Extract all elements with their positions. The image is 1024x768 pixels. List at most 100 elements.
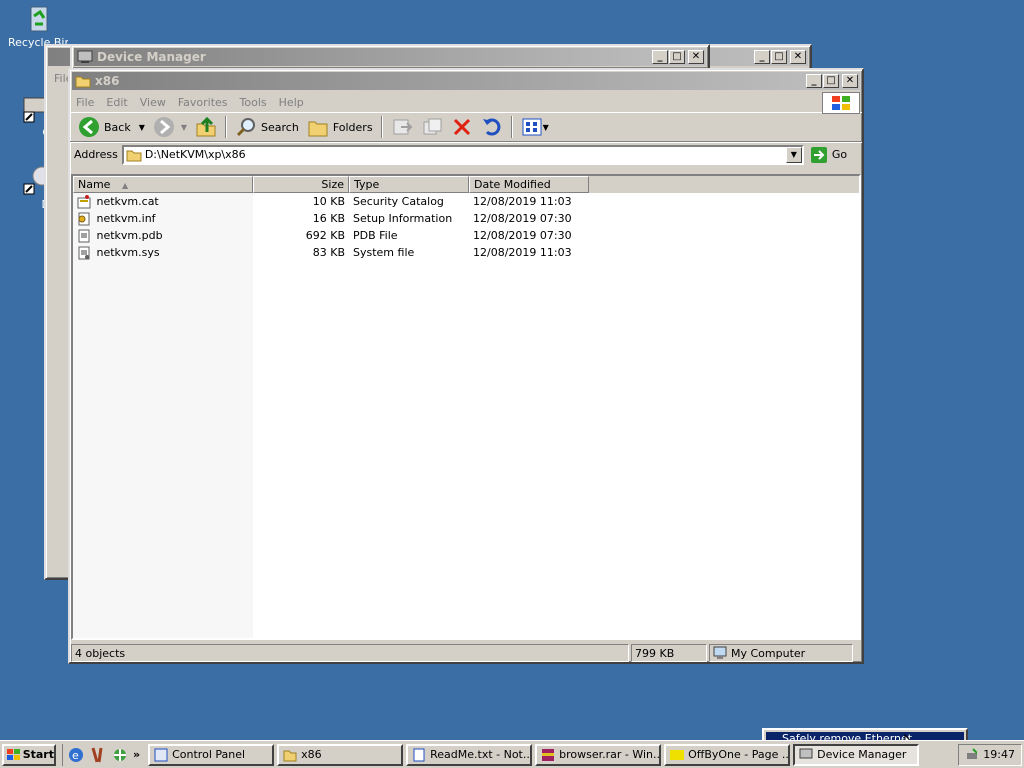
chevron-down-icon[interactable]: ▼ [139,123,145,132]
sort-ascending-icon: ▲ [121,181,129,190]
file-list[interactable]: Name ▲ Size Type Date Modified netkvm.ca… [71,174,861,640]
go-label: Go [831,148,848,161]
safely-remove-hardware-icon[interactable] [965,747,978,763]
file-size: 83 KB [312,246,345,259]
copy-to-button[interactable] [417,114,447,140]
toolbar-separator [225,116,228,138]
delete-x-icon [453,118,470,136]
list-header: Name ▲ Size Type Date Modified [73,176,859,193]
close-button[interactable]: ✕ [688,50,704,64]
device-manager-window[interactable]: Device Manager _ □ ✕ [70,44,710,70]
column-header-size[interactable]: Size [253,176,349,193]
toolbar-separator [510,116,513,138]
menu-edit[interactable]: Edit [106,96,127,109]
toolbar-separator [380,116,383,138]
delete-button[interactable] [447,114,477,140]
close-button[interactable]: ✕ [790,50,806,64]
file-date: 12/08/2019 07:30 [473,212,572,225]
maximize-button[interactable]: □ [823,74,839,88]
chevron-down-icon[interactable]: ▼ [543,123,549,132]
search-icon [236,118,256,137]
close-button[interactable]: ✕ [842,74,858,88]
status-object-count: 4 objects [71,644,629,662]
device-manager-icon [799,748,813,758]
file-type: PDB File [353,229,398,242]
back-arrow-icon [79,117,99,137]
setup-info-file-icon [78,212,90,225]
file-size: 10 KB [312,195,345,208]
file-row[interactable]: netkvm.cat 10 KB Security Catalog 12/08/… [73,193,859,210]
control-panel-icon [154,748,168,761]
taskbar: Start e » Control Panel x86 ReadMe.txt -… [0,740,1024,768]
up-folder-icon [196,116,216,137]
file-name: netkvm.pdb [96,228,163,242]
column-header-date[interactable]: Date Modified [469,176,589,193]
folders-button[interactable]: Folders [303,114,377,140]
menu-favorites[interactable]: Favorites [178,96,228,109]
views-button[interactable]: ▼ [517,114,553,140]
network-icon[interactable] [111,746,129,764]
go-arrow-icon [810,146,827,163]
back-button[interactable]: Back ▼ [74,114,149,140]
menu-view[interactable]: View [140,96,166,109]
file-name: netkvm.cat [96,194,159,208]
forward-arrow-icon [153,117,174,137]
file-row[interactable]: netkvm.inf 16 KB Setup Information 12/08… [73,210,859,227]
move-to-button[interactable] [387,114,417,140]
file-row[interactable]: netkvm.pdb 692 KB PDB File 12/08/2019 07… [73,227,859,244]
desktop-icon-recycle-bin[interactable]: Recycle Bin [8,2,68,49]
window-title: x86 [95,74,120,88]
clock[interactable]: 19:47 [983,748,1015,761]
device-manager-titlebar[interactable]: Device Manager _ □ ✕ [74,48,706,66]
windows-logo-icon [822,92,860,114]
file-type: Setup Information [353,212,453,225]
menu-tools[interactable]: Tools [240,96,267,109]
address-dropdown-button[interactable]: ▼ [785,146,802,163]
column-header-name[interactable]: Name ▲ [73,176,253,193]
forward-button[interactable]: ▼ [149,114,191,140]
folder-icon [283,750,297,761]
address-input[interactable]: D:\NetKVM\xp\x86 ▼ [121,144,804,165]
maximize-button[interactable]: □ [771,50,787,64]
winrar-icon [542,748,555,761]
minimize-button[interactable]: _ [806,74,822,88]
file-date: 12/08/2019 07:30 [473,229,572,242]
system-file-icon [78,246,90,259]
search-button[interactable]: Search [231,114,303,140]
go-button[interactable]: Go [810,146,847,164]
tools-icon[interactable] [89,746,107,764]
task-readme[interactable]: ReadMe.txt - Not... [406,743,533,766]
file-row[interactable]: netkvm.sys 83 KB System file 12/08/2019 … [73,244,859,261]
task-winrar[interactable]: browser.rar - Win... [535,743,662,766]
device-manager-icon [77,50,93,64]
toolbar: Back ▼ ▼ Search Folders ▼ [70,112,862,142]
views-icon [522,118,542,136]
recycle-bin-icon [22,2,54,34]
ie-icon[interactable]: e [67,746,85,764]
explorer-titlebar[interactable]: x86 _ □ ✕ [72,72,860,90]
address-bar: Address D:\NetKVM\xp\x86 ▼ Go [70,142,862,166]
maximize-button[interactable]: □ [669,50,685,64]
minimize-button[interactable]: _ [652,50,668,64]
status-total-size: 799 KB [631,644,707,662]
folder-icon [126,150,142,161]
undo-button[interactable] [477,114,507,140]
up-folder-button[interactable] [191,114,221,140]
task-control-panel[interactable]: Control Panel [148,743,275,766]
move-to-icon [393,119,412,135]
task-device-manager[interactable]: Device Manager [793,743,920,766]
explorer-window[interactable]: x86 _ □ ✕ File Edit View Favorites Tools… [68,68,864,664]
start-button[interactable]: Start [2,743,56,766]
menu-help[interactable]: Help [279,96,304,109]
column-header-type[interactable]: Type [349,176,469,193]
minimize-button[interactable]: _ [754,50,770,64]
task-offbyone[interactable]: OffByOne - Page ... [664,743,791,766]
task-x86[interactable]: x86 [277,743,404,766]
windows-flag-icon [7,748,20,760]
chevron-right-icon[interactable]: » [133,748,140,761]
chevron-down-icon[interactable]: ▼ [181,123,187,132]
system-tray: 19:47 [958,743,1022,766]
menu-file[interactable]: File [76,96,94,109]
file-size: 692 KB [305,229,345,242]
file-type: Security Catalog [353,195,444,208]
